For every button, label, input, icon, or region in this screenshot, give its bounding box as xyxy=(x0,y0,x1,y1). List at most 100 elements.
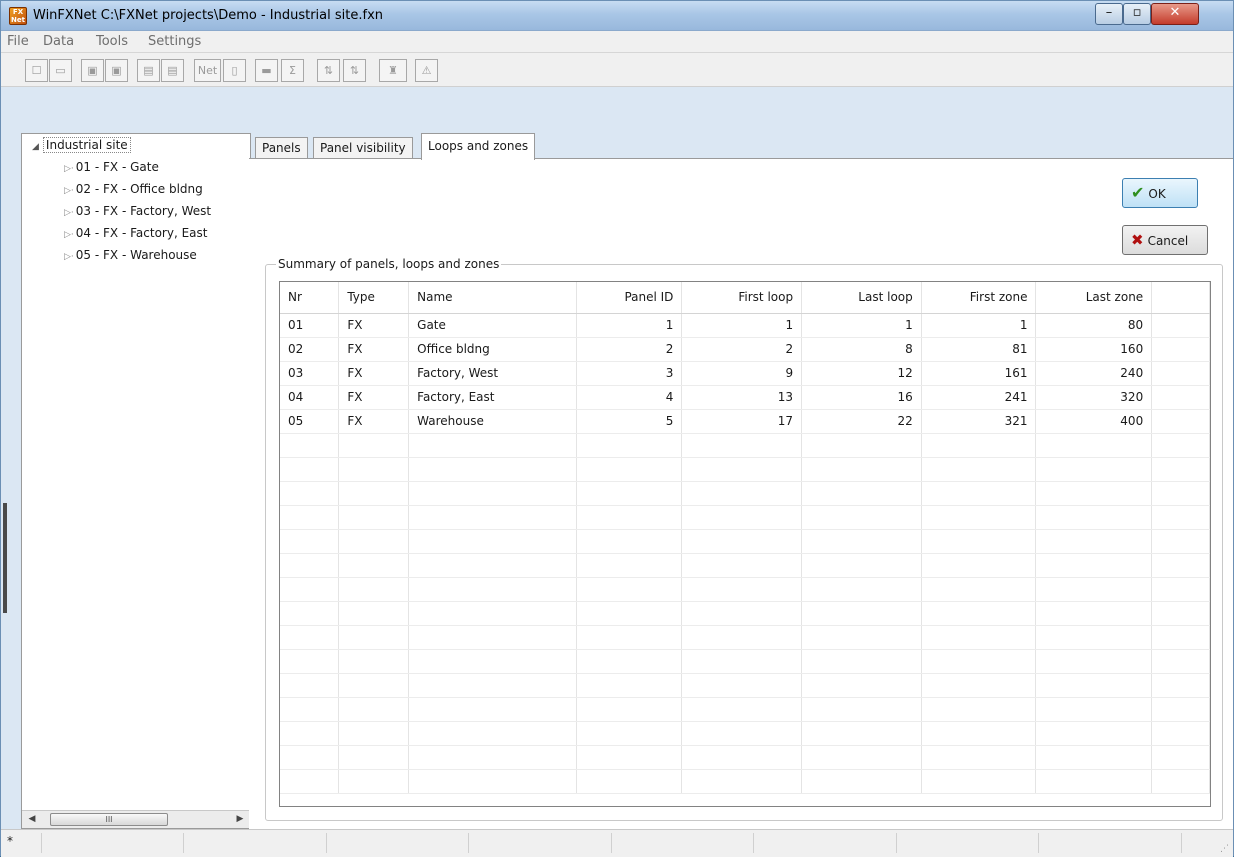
table-cell[interactable]: 321 xyxy=(921,409,1037,434)
table-cell[interactable]: 80 xyxy=(1035,313,1153,338)
table-cell[interactable]: 400 xyxy=(1035,409,1153,434)
col-header-panel-id[interactable]: Panel ID xyxy=(576,282,683,314)
table-cell[interactable]: 1 xyxy=(801,313,922,338)
table-cell[interactable]: 9 xyxy=(681,361,803,386)
menu-file[interactable]: File xyxy=(7,34,29,49)
table-cell[interactable]: Factory, East xyxy=(408,385,577,410)
table-cell[interactable]: FX xyxy=(338,409,410,434)
table-cell[interactable]: FX xyxy=(338,361,410,386)
sum-button[interactable]: Σ xyxy=(281,59,304,82)
table-cell[interactable]: 8 xyxy=(801,337,922,362)
table-cell[interactable]: 240 xyxy=(1035,361,1153,386)
print-setup-button[interactable]: ▤ xyxy=(161,59,184,82)
table-cell[interactable]: 05 xyxy=(280,409,340,434)
table-cell[interactable]: 1 xyxy=(921,313,1037,338)
ok-button[interactable]: ✔ OK xyxy=(1122,178,1198,208)
table-row[interactable]: 02 FX Office bldng 2 2 8 81 160 xyxy=(280,337,1210,362)
table-cell[interactable]: 22 xyxy=(801,409,922,434)
close-button[interactable]: ✕ xyxy=(1151,3,1199,25)
table-empty-cell xyxy=(1035,505,1153,530)
menu-settings[interactable]: Settings xyxy=(148,34,201,49)
table-cell[interactable]: 13 xyxy=(681,385,803,410)
tower-button[interactable]: ♜ xyxy=(379,59,407,82)
table-cell[interactable]: 2 xyxy=(681,337,803,362)
menu-tools[interactable]: Tools xyxy=(96,34,128,49)
tree-item[interactable]: ▷· 03 - FX - Factory, West xyxy=(64,204,211,218)
table-empty-cell xyxy=(1035,433,1153,458)
resize-grip-icon[interactable]: ⋰ xyxy=(1220,844,1229,854)
table-cell[interactable]: 81 xyxy=(921,337,1037,362)
table-cell[interactable]: 5 xyxy=(576,409,683,434)
collapsed-arrow-icon[interactable]: ▷· xyxy=(64,208,74,218)
tab-panels[interactable]: Panels xyxy=(255,137,308,159)
tab-panel-visibility[interactable]: Panel visibility xyxy=(313,137,413,159)
table-cell[interactable]: 1 xyxy=(576,313,683,338)
net-button[interactable]: Net xyxy=(194,59,221,82)
col-header-type[interactable]: Type xyxy=(338,282,410,314)
table-cell[interactable]: FX xyxy=(338,313,410,338)
scroll-left-icon[interactable]: ◀ xyxy=(24,812,40,827)
table-cell[interactable]: FX xyxy=(338,385,410,410)
col-header-last-loop[interactable]: Last loop xyxy=(801,282,922,314)
expanded-arrow-icon[interactable]: ◢ xyxy=(32,142,39,152)
tree-item[interactable]: ▷· 02 - FX - Office bldng xyxy=(64,182,203,196)
tree-item[interactable]: ▷· 04 - FX - Factory, East xyxy=(64,226,207,240)
scroll-thumb[interactable]: III xyxy=(50,813,168,826)
upload-button[interactable]: ⇅ xyxy=(317,59,340,82)
table-cell[interactable]: 1 xyxy=(681,313,803,338)
cancel-button[interactable]: ✖ Cancel xyxy=(1122,225,1208,255)
tree-horizontal-scrollbar[interactable]: ◀ III ▶ xyxy=(22,810,250,828)
table-cell[interactable]: 3 xyxy=(576,361,683,386)
download-button[interactable]: ⇅ xyxy=(343,59,366,82)
menu-data[interactable]: Data xyxy=(43,34,74,49)
table-row[interactable]: 01 FX Gate 1 1 1 1 80 xyxy=(280,313,1210,338)
table-cell[interactable]: 241 xyxy=(921,385,1037,410)
col-header-first-zone[interactable]: First zone xyxy=(921,282,1037,314)
col-header-name[interactable]: Name xyxy=(408,282,577,314)
tree-item[interactable]: ▷· 01 - FX - Gate xyxy=(64,160,159,174)
display-button[interactable]: ▬ xyxy=(255,59,278,82)
table-cell[interactable]: 16 xyxy=(801,385,922,410)
summary-grid[interactable]: Nr Type Name Panel ID First loop Last lo… xyxy=(279,281,1211,807)
maximize-button[interactable]: ▫ xyxy=(1123,3,1151,25)
tree-item[interactable]: ▷· 05 - FX - Warehouse xyxy=(64,248,197,262)
minimize-button[interactable]: – xyxy=(1095,3,1123,25)
table-row[interactable]: 04 FX Factory, East 4 13 16 241 320 xyxy=(280,385,1210,410)
alarm-button[interactable]: ⚠ xyxy=(415,59,438,82)
col-header-nr[interactable]: Nr xyxy=(280,282,340,314)
table-cell[interactable]: 160 xyxy=(1035,337,1153,362)
col-header-first-loop[interactable]: First loop xyxy=(681,282,803,314)
tree-root-label[interactable]: Industrial site xyxy=(42,137,131,153)
table-cell[interactable]: 17 xyxy=(681,409,803,434)
collapsed-arrow-icon[interactable]: ▷· xyxy=(64,186,74,196)
table-cell[interactable]: Factory, West xyxy=(408,361,577,386)
table-cell[interactable]: 161 xyxy=(921,361,1037,386)
table-cell[interactable]: 2 xyxy=(576,337,683,362)
print-button[interactable]: ▤ xyxy=(137,59,160,82)
table-cell[interactable]: 01 xyxy=(280,313,340,338)
table-cell[interactable]: 4 xyxy=(576,385,683,410)
table-cell[interactable]: Gate xyxy=(408,313,577,338)
table-cell[interactable]: FX xyxy=(338,337,410,362)
collapsed-arrow-icon[interactable]: ▷· xyxy=(64,164,74,174)
table-row[interactable]: 03 FX Factory, West 3 9 12 161 240 xyxy=(280,361,1210,386)
table-cell[interactable]: 02 xyxy=(280,337,340,362)
table-cell[interactable]: 12 xyxy=(801,361,922,386)
collapsed-arrow-icon[interactable]: ▷· xyxy=(64,230,74,240)
table-cell[interactable]: Office bldng xyxy=(408,337,577,362)
collapsed-arrow-icon[interactable]: ▷· xyxy=(64,252,74,262)
table-cell[interactable]: 03 xyxy=(280,361,340,386)
tab-loops-and-zones[interactable]: Loops and zones xyxy=(421,133,536,160)
tree-root[interactable]: ◢ Industrial site xyxy=(32,137,131,153)
col-header-last-zone[interactable]: Last zone xyxy=(1035,282,1153,314)
table-row[interactable]: 05 FX Warehouse 5 17 22 321 400 xyxy=(280,409,1210,434)
table-cell[interactable]: 04 xyxy=(280,385,340,410)
save-as-button[interactable]: ▣ xyxy=(105,59,128,82)
new-button[interactable]: ☐ xyxy=(25,59,48,82)
panel-button[interactable]: ▯ xyxy=(223,59,246,82)
scroll-right-icon[interactable]: ▶ xyxy=(232,812,248,827)
table-cell[interactable]: Warehouse xyxy=(408,409,577,434)
open-button[interactable]: ▭ xyxy=(49,59,72,82)
table-cell[interactable]: 320 xyxy=(1035,385,1153,410)
save-button[interactable]: ▣ xyxy=(81,59,104,82)
